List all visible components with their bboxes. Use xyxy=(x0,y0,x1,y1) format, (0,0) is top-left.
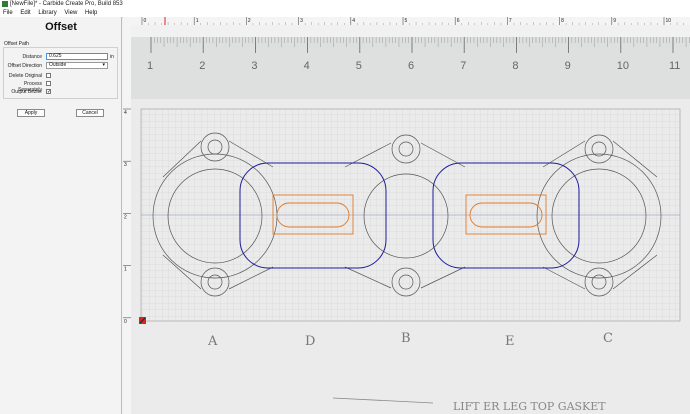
direction-value: Outside xyxy=(49,62,67,68)
label-d: D xyxy=(305,334,315,349)
left-ruler-number: 4 xyxy=(124,110,127,116)
process-separately-checkbox[interactable] xyxy=(46,81,51,86)
photo-ruler-number: 4 xyxy=(304,60,310,72)
photo-ruler-number: 8 xyxy=(512,60,518,72)
top-ruler-number: 3 xyxy=(300,18,303,24)
top-ruler-number: 6 xyxy=(457,18,460,24)
menu-edit[interactable]: Edit xyxy=(17,9,33,17)
photo-ruler-number: 2 xyxy=(199,60,205,72)
direction-select[interactable]: Outside ▾ xyxy=(46,62,108,69)
direction-label: Offset Direction xyxy=(7,63,42,69)
chevron-down-icon: ▾ xyxy=(102,62,105,68)
apply-button[interactable]: Apply xyxy=(17,109,45,117)
photo-ruler-number: 7 xyxy=(460,60,466,72)
top-ruler-number: 0 xyxy=(144,18,147,24)
left-ruler-number: 3 xyxy=(124,162,127,168)
top-ruler-number: 7 xyxy=(509,18,512,24)
menu-help[interactable]: Help xyxy=(82,9,100,17)
panel-title: Offset xyxy=(45,21,77,33)
label-c: C xyxy=(603,331,613,346)
cancel-button[interactable]: Cancel xyxy=(76,109,104,117)
offset-panel: Offset Offset Path Distance 0.625 in Off… xyxy=(0,17,122,414)
photo-ruler-number: 11 xyxy=(669,60,680,72)
photo-ruler-number: 10 xyxy=(617,60,629,72)
photo-ruler-number: 1 xyxy=(147,60,153,72)
handwritten-caption: LIFT ER LEG TOP GASKET xyxy=(453,400,606,413)
output-bezier-checkbox[interactable]: ✓ xyxy=(46,89,52,95)
output-bezier-label: Output Bezier xyxy=(11,89,42,95)
left-ruler-number: 0 xyxy=(124,319,127,325)
delete-original-checkbox[interactable] xyxy=(46,73,51,78)
label-e: E xyxy=(505,334,515,349)
checkmark-icon: ✓ xyxy=(47,89,52,95)
top-ruler-number: 5 xyxy=(405,18,408,24)
distance-unit: in xyxy=(110,54,114,60)
title-bar: [NewFile]* - Carbide Create Pro, Build 8… xyxy=(0,0,690,9)
top-ruler-number: 4 xyxy=(352,18,355,24)
photo-ruler-number: 9 xyxy=(565,60,571,72)
top-ruler-number: 1 xyxy=(196,18,199,24)
photo-ruler-number: 6 xyxy=(408,60,414,72)
left-ruler-number: 1 xyxy=(124,267,127,273)
menu-library[interactable]: Library xyxy=(35,9,59,17)
distance-label: Distance xyxy=(22,54,42,60)
design-canvas[interactable]: 0 1 2 3 4 5 6 7 8 9 10 43210 1 2 3 4 5 6 7 8 9 10 11 xyxy=(123,17,690,414)
delete-original-label: Delete Original xyxy=(8,73,42,79)
top-ruler-number: 9 xyxy=(613,18,616,24)
label-a: A xyxy=(207,334,218,349)
canvas-drawing[interactable]: 0 1 2 3 4 5 6 7 8 9 10 43210 1 2 3 4 5 6 7 8 9 10 11 xyxy=(123,17,690,414)
top-ruler-number: 2 xyxy=(248,18,251,24)
app-icon xyxy=(2,1,8,7)
photo-ruler-number: 5 xyxy=(356,60,362,72)
label-b: B xyxy=(401,331,411,346)
menu-view[interactable]: View xyxy=(61,9,80,17)
distance-input[interactable]: 0.625 xyxy=(46,53,108,60)
origin-marker xyxy=(139,317,146,324)
photo-ruler-number: 3 xyxy=(251,60,257,72)
left-ruler-number: 2 xyxy=(124,214,127,220)
window-title: [NewFile]* - Carbide Create Pro, Build 8… xyxy=(10,1,123,7)
top-ruler-number: 8 xyxy=(561,18,564,24)
menu-file[interactable]: File xyxy=(0,9,16,17)
